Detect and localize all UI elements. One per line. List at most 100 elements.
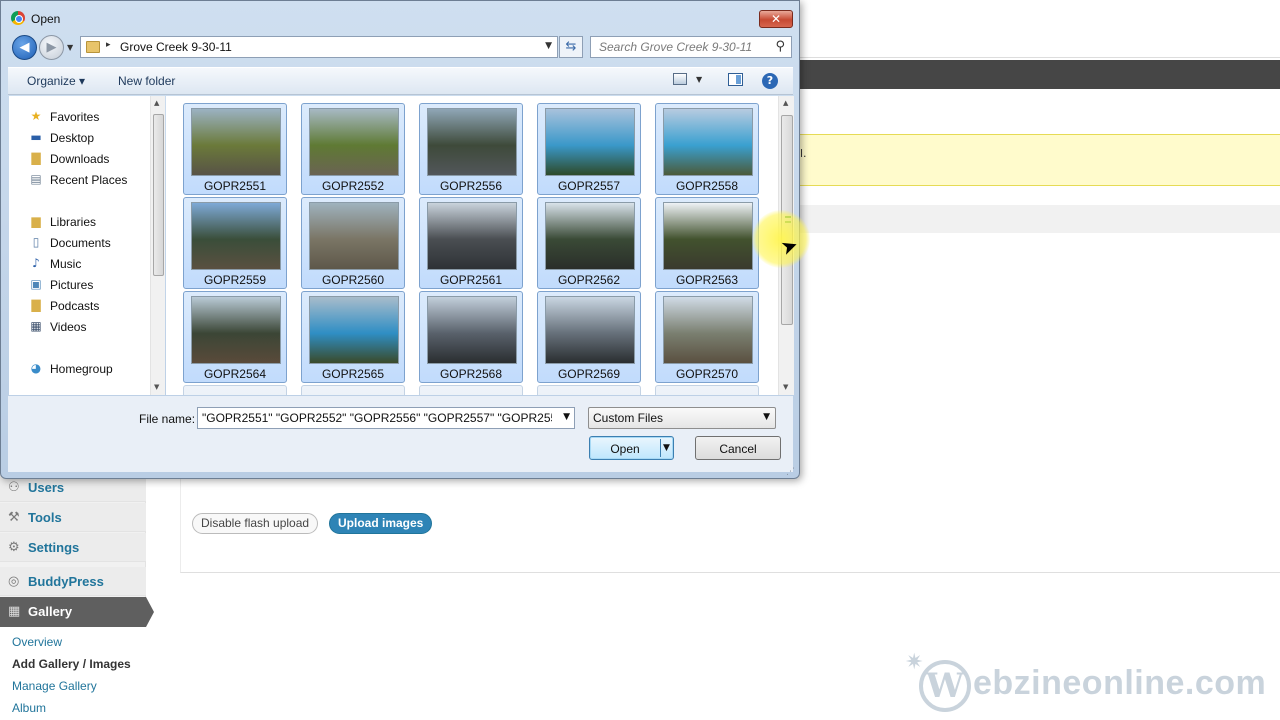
file-item[interactable]: GOPR2552 (301, 103, 405, 195)
folder-icon (86, 41, 100, 53)
photo-thumbnail (191, 296, 281, 364)
scroll-up-icon[interactable]: ▲ (783, 99, 788, 107)
breadcrumb-folder[interactable]: Grove Creek 9-30-11 (120, 40, 232, 54)
file-name: GOPR2562 (557, 273, 621, 287)
file-item[interactable]: GOPR2569 (537, 291, 641, 383)
disable-flash-upload-button[interactable]: Disable flash upload (192, 513, 319, 534)
file-list: GOPR2551 GOPR2552 GOPR2556 GOPR2557 GOPR2558… (166, 96, 778, 395)
navigation-scrollbar[interactable]: ▲ ▼ (150, 96, 165, 395)
file-item[interactable]: GOPR2568 (419, 291, 523, 383)
photo-thumbnail (427, 296, 517, 364)
menu-item-label: Settings (28, 540, 80, 555)
search-icon[interactable]: ⚲ (775, 39, 785, 54)
file-item[interactable]: GOPR2561 (419, 197, 523, 289)
search-input[interactable]: Search Grove Creek 9-30-11 ⚲ (590, 36, 792, 58)
file-item[interactable] (537, 385, 641, 395)
nav-item-label: Libraries (50, 215, 97, 229)
open-split-divider (660, 439, 661, 457)
file-item[interactable]: GOPR2556 (419, 103, 523, 195)
watermark-text: ebzineonline.com (973, 664, 1267, 702)
wp-notice-text: l. (800, 147, 807, 160)
file-item[interactable] (655, 385, 759, 395)
nav-item-label: Recent Places (50, 173, 128, 187)
photo-thumbnail (663, 202, 753, 270)
menu-item-settings[interactable]: ⚙ Settings (0, 533, 146, 562)
wp-admin-top-area (800, 0, 1280, 28)
file-type-select[interactable]: Custom Files ▼ (588, 407, 776, 429)
dialog-title: Open (31, 12, 61, 26)
star-icon: ★ (30, 109, 42, 123)
file-item[interactable]: GOPR2563 (655, 197, 759, 289)
wp-section-header (800, 205, 1280, 233)
file-item[interactable]: GOPR2565 (301, 291, 405, 383)
cancel-button[interactable]: Cancel (695, 436, 781, 460)
scroll-up-icon[interactable]: ▲ (154, 99, 159, 107)
nav-item-label: Pictures (50, 278, 94, 292)
photo-thumbnail (663, 296, 753, 364)
help-icon[interactable]: ? (762, 73, 778, 89)
file-item[interactable] (301, 385, 405, 395)
file-item[interactable]: GOPR2562 (537, 197, 641, 289)
videos-icon: ▦ (30, 319, 42, 333)
open-button[interactable]: Open ▼ (589, 436, 674, 460)
file-item[interactable] (183, 385, 287, 395)
forward-button[interactable]: ▶ (39, 35, 64, 60)
search-placeholder: Search Grove Creek 9-30-11 (599, 40, 753, 54)
file-item[interactable]: GOPR2557 (537, 103, 641, 195)
menu-item-buddypress[interactable]: ◎ BuddyPress (0, 567, 146, 596)
breadcrumb-arrow-icon[interactable]: ▸ (106, 40, 111, 50)
users-icon: ⚇ (8, 480, 20, 495)
menu-item-gallery[interactable]: ▦ Gallery (0, 597, 154, 627)
pictures-icon: ▣ (30, 277, 42, 291)
close-button[interactable]: ✕ (759, 10, 793, 28)
watermark: ✷ W ebzineonline.com (905, 650, 1275, 712)
recent-locations-dropdown[interactable]: ▼ (67, 43, 73, 52)
file-name: GOPR2552 (321, 179, 385, 193)
music-icon: ♪ (32, 256, 40, 270)
file-item[interactable] (419, 385, 523, 395)
file-item[interactable]: GOPR2551 (183, 103, 287, 195)
file-item[interactable]: GOPR2570 (655, 291, 759, 383)
address-dropdown-icon[interactable]: ▼ (545, 41, 552, 51)
submenu-album[interactable]: Album (12, 701, 46, 715)
photo-thumbnail (545, 296, 635, 364)
open-options-dropdown-icon[interactable]: ▼ (663, 443, 670, 453)
resize-grip-icon[interactable]: ⋰ (786, 467, 795, 477)
submenu-add-gallery-images[interactable]: Add Gallery / Images (12, 657, 131, 671)
submenu-manage-gallery[interactable]: Manage Gallery (12, 679, 97, 693)
preview-pane-icon[interactable] (728, 73, 743, 86)
address-bar[interactable]: ▸ Grove Creek 9-30-11 ▼ (80, 36, 558, 58)
settings-icon: ⚙ (8, 540, 20, 555)
photo-thumbnail (191, 108, 281, 176)
refresh-icon: ⇆ (565, 39, 577, 54)
photo-thumbnail (663, 108, 753, 176)
upload-images-button[interactable]: Upload images (329, 513, 433, 534)
file-name: GOPR2560 (321, 273, 385, 287)
file-type-value: Custom Files (593, 411, 664, 425)
file-name: GOPR2570 (675, 367, 739, 381)
file-item[interactable]: GOPR2560 (301, 197, 405, 289)
file-item[interactable]: GOPR2558 (655, 103, 759, 195)
menu-item-tools[interactable]: ⚒ Tools (0, 503, 146, 532)
open-file-dialog: Open ✕ ◀ ▶ ▼ ▸ Grove Creek 9-30-11 ▼ ⇆ S… (0, 0, 800, 479)
refresh-button[interactable]: ⇆ (559, 36, 583, 58)
documents-icon: ▯ (32, 235, 40, 249)
photo-thumbnail (545, 202, 635, 270)
scroll-down-icon[interactable]: ▼ (783, 383, 788, 391)
file-name: GOPR2551 (203, 179, 267, 193)
file-item[interactable]: GOPR2559 (183, 197, 287, 289)
file-name: GOPR2564 (203, 367, 267, 381)
dialog-footer: File name: "GOPR2551" "GOPR2552" "GOPR25… (8, 396, 793, 472)
view-options-dropdown[interactable]: ▼ (696, 75, 702, 84)
submenu-overview[interactable]: Overview (12, 635, 62, 649)
scroll-down-icon[interactable]: ▼ (154, 383, 159, 391)
dialog-titlebar[interactable]: Open ✕ (1, 1, 799, 35)
organize-button[interactable]: Organize ▾ (27, 74, 85, 88)
change-view-icon[interactable] (673, 73, 687, 85)
back-button[interactable]: ◀ (12, 35, 37, 60)
file-name-field[interactable]: "GOPR2551" "GOPR2552" "GOPR2556" "GOPR25… (197, 407, 575, 429)
scrollbar-thumb[interactable] (153, 114, 164, 276)
file-name-dropdown-icon[interactable]: ▼ (563, 412, 570, 422)
file-item[interactable]: GOPR2564 (183, 291, 287, 383)
new-folder-button[interactable]: New folder (118, 74, 175, 88)
